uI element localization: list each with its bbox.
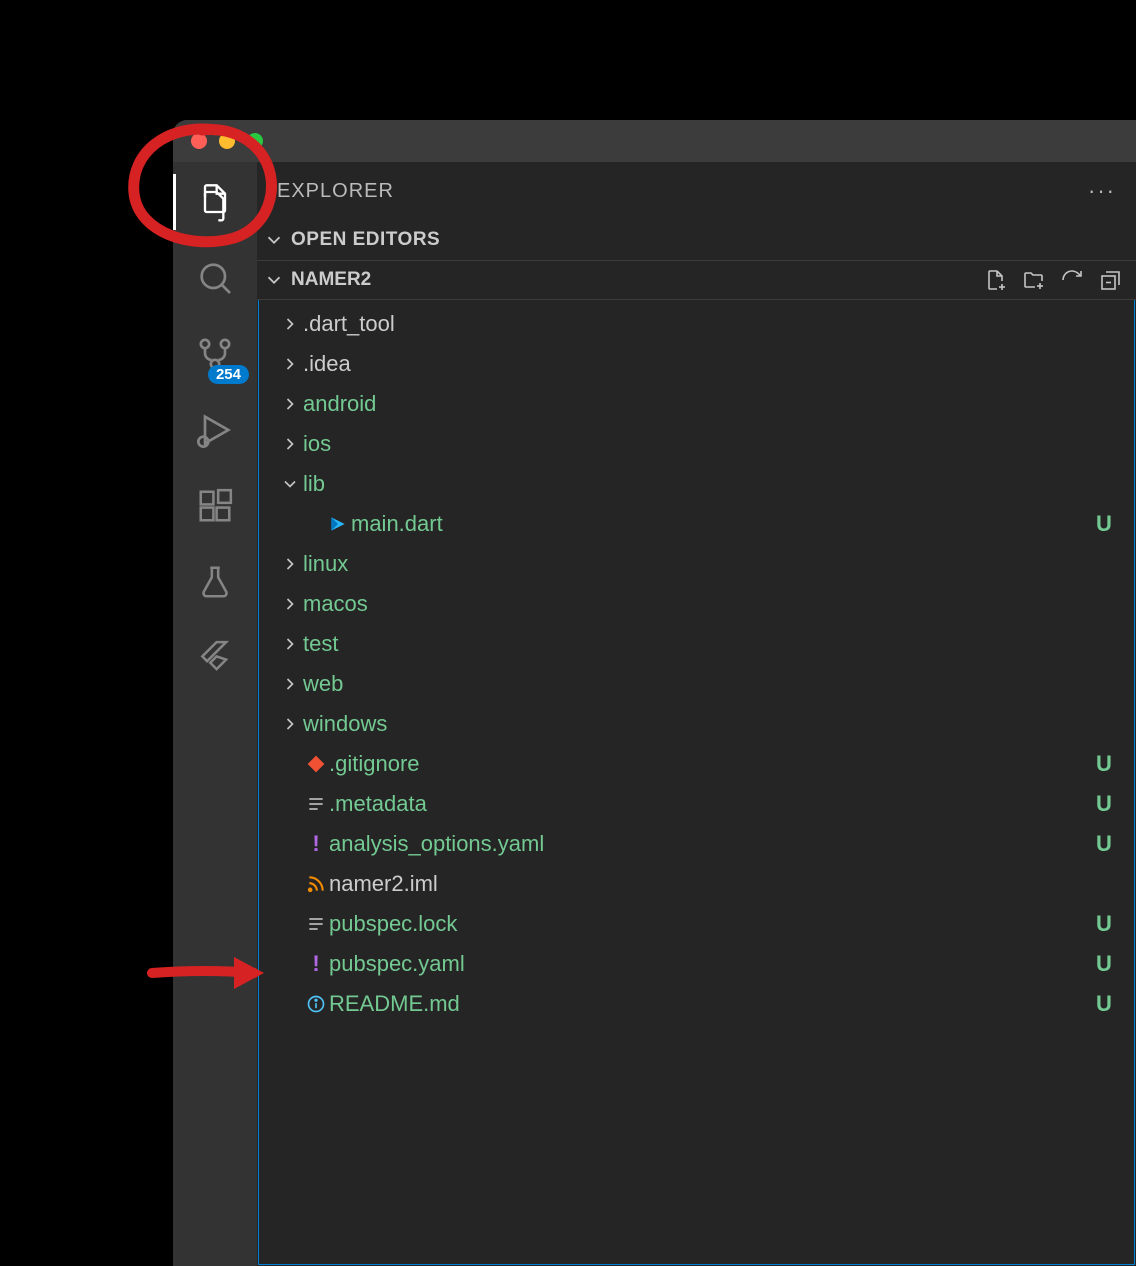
chevron-right-icon: [277, 314, 303, 334]
git-status: U: [1092, 991, 1116, 1017]
titlebar: [173, 120, 1136, 162]
activity-testing[interactable]: [191, 558, 239, 606]
tree-item-label: test: [303, 631, 1092, 657]
refresh-button[interactable]: [1060, 268, 1084, 292]
git-status: U: [1092, 911, 1116, 937]
window-body: 254: [173, 162, 1136, 1266]
git-status: U: [1092, 511, 1116, 537]
file-row[interactable]: !analysis_options.yamlU: [259, 824, 1134, 864]
tree-item-label: pubspec.yaml: [329, 951, 1092, 977]
tree-item-label: ios: [303, 431, 1092, 457]
collapse-all-button[interactable]: [1098, 268, 1122, 292]
activity-bar: 254: [173, 162, 257, 1266]
project-section-header[interactable]: NAMER2: [257, 260, 1136, 300]
folder-row[interactable]: android: [259, 384, 1134, 424]
explorer-more-actions[interactable]: ···: [1088, 178, 1116, 204]
activity-flutter[interactable]: [191, 634, 239, 682]
folder-row[interactable]: lib: [259, 464, 1134, 504]
beaker-icon: [196, 563, 234, 601]
files-icon: [195, 182, 235, 222]
folder-row[interactable]: macos: [259, 584, 1134, 624]
window-zoom-button[interactable]: [247, 133, 263, 149]
open-editors-section[interactable]: OPEN EDITORS: [257, 220, 1136, 260]
activity-explorer[interactable]: [191, 178, 239, 226]
tree-item-label: README.md: [329, 991, 1092, 1017]
tree-item-label: main.dart: [351, 511, 1092, 537]
chevron-down-icon: [263, 269, 285, 291]
debug-icon: [195, 410, 235, 450]
tree-item-label: .dart_tool: [303, 311, 1092, 337]
tree-item-label: .idea: [303, 351, 1092, 377]
tree-item-label: .gitignore: [329, 751, 1092, 777]
explorer-title: EXPLORER: [277, 180, 394, 203]
window-close-button[interactable]: [191, 133, 207, 149]
folder-row[interactable]: .idea: [259, 344, 1134, 384]
activity-run-debug[interactable]: [191, 406, 239, 454]
file-row[interactable]: main.dartU: [259, 504, 1134, 544]
chevron-right-icon: [277, 714, 303, 734]
yaml-icon: !: [303, 833, 329, 855]
git-status: U: [1092, 831, 1116, 857]
chevron-right-icon: [277, 634, 303, 654]
project-actions: [984, 268, 1122, 292]
chevron-right-icon: [277, 554, 303, 574]
new-folder-button[interactable]: [1022, 268, 1046, 292]
lines-icon: [303, 914, 329, 934]
chevron-right-icon: [277, 594, 303, 614]
tree-item-label: namer2.iml: [329, 871, 1092, 897]
tree-item-label: pubspec.lock: [329, 911, 1092, 937]
explorer-sidebar: EXPLORER ··· OPEN EDITORS NAMER2: [257, 162, 1136, 1266]
tree-item-label: linux: [303, 551, 1092, 577]
extensions-icon: [196, 487, 234, 525]
file-row[interactable]: !pubspec.yamlU: [259, 944, 1134, 984]
folder-row[interactable]: .dart_tool: [259, 304, 1134, 344]
git-status: U: [1092, 751, 1116, 777]
explorer-header: EXPLORER ···: [257, 162, 1136, 220]
chevron-right-icon: [277, 394, 303, 414]
tree-item-label: web: [303, 671, 1092, 697]
chevron-down-icon: [263, 229, 285, 251]
tree-item-label: windows: [303, 711, 1092, 737]
folder-row[interactable]: linux: [259, 544, 1134, 584]
file-row[interactable]: README.mdU: [259, 984, 1134, 1024]
dart-icon: [325, 514, 351, 534]
activity-source-control[interactable]: 254: [191, 330, 239, 378]
info-icon: [303, 994, 329, 1014]
file-row[interactable]: namer2.iml: [259, 864, 1134, 904]
file-row[interactable]: .gitignoreU: [259, 744, 1134, 784]
activity-search[interactable]: [191, 254, 239, 302]
chevron-right-icon: [277, 674, 303, 694]
folder-row[interactable]: web: [259, 664, 1134, 704]
new-file-button[interactable]: [984, 268, 1008, 292]
activity-extensions[interactable]: [191, 482, 239, 530]
git-status: U: [1092, 951, 1116, 977]
window-minimize-button[interactable]: [219, 133, 235, 149]
open-editors-label: OPEN EDITORS: [291, 229, 440, 251]
tree-item-label: lib: [303, 471, 1092, 497]
tree-item-label: android: [303, 391, 1092, 417]
chevron-down-icon: [277, 474, 303, 494]
git-status: U: [1092, 791, 1116, 817]
yaml-icon: !: [303, 953, 329, 975]
scm-badge: 254: [208, 365, 249, 384]
project-name: NAMER2: [291, 269, 371, 291]
chevron-right-icon: [277, 434, 303, 454]
file-tree: .dart_tool.ideaandroidioslibmain.dartUli…: [258, 300, 1135, 1265]
tree-item-label: analysis_options.yaml: [329, 831, 1092, 857]
folder-row[interactable]: ios: [259, 424, 1134, 464]
vscode-window: 254: [173, 120, 1136, 1266]
folder-row[interactable]: test: [259, 624, 1134, 664]
flutter-icon: [196, 639, 234, 677]
file-row[interactable]: .metadataU: [259, 784, 1134, 824]
file-row[interactable]: pubspec.lockU: [259, 904, 1134, 944]
folder-row[interactable]: windows: [259, 704, 1134, 744]
search-icon: [195, 258, 235, 298]
chevron-right-icon: [277, 354, 303, 374]
tree-item-label: .metadata: [329, 791, 1092, 817]
git-icon: [303, 754, 329, 774]
tree-item-label: macos: [303, 591, 1092, 617]
rss-icon: [303, 874, 329, 894]
lines-icon: [303, 794, 329, 814]
